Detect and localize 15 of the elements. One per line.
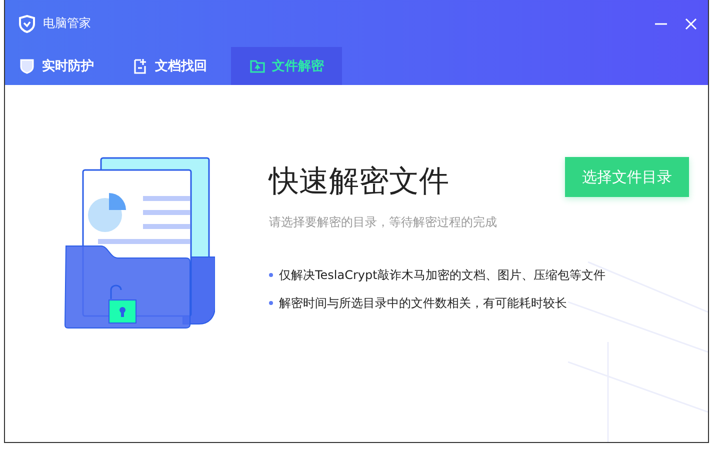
subtitle: 请选择要解密的目录，等待解密过程的完成 — [269, 214, 497, 231]
tab[interactable]: 实时防护 — [5, 47, 108, 85]
window-title: 电脑管家 — [43, 15, 91, 32]
bullet-icon — [269, 301, 273, 305]
heading: 快速解密文件 — [269, 163, 450, 201]
tab[interactable]: 文件解密 — [231, 47, 342, 85]
shield-icon — [19, 14, 35, 32]
tab[interactable]: 文档找回 — [118, 47, 221, 85]
close-icon[interactable] — [684, 16, 698, 30]
note-text: 仅解决TeslaCrypt敲诈木马加密的文档、图片、压缩包等文件 — [279, 266, 606, 284]
note-text: 解密时间与所选目录中的文件数相关，有可能耗时较长 — [279, 294, 567, 312]
bullet-icon — [269, 273, 273, 277]
document-icon — [132, 58, 148, 74]
shield-icon — [19, 58, 35, 74]
folder-icon — [249, 58, 265, 74]
